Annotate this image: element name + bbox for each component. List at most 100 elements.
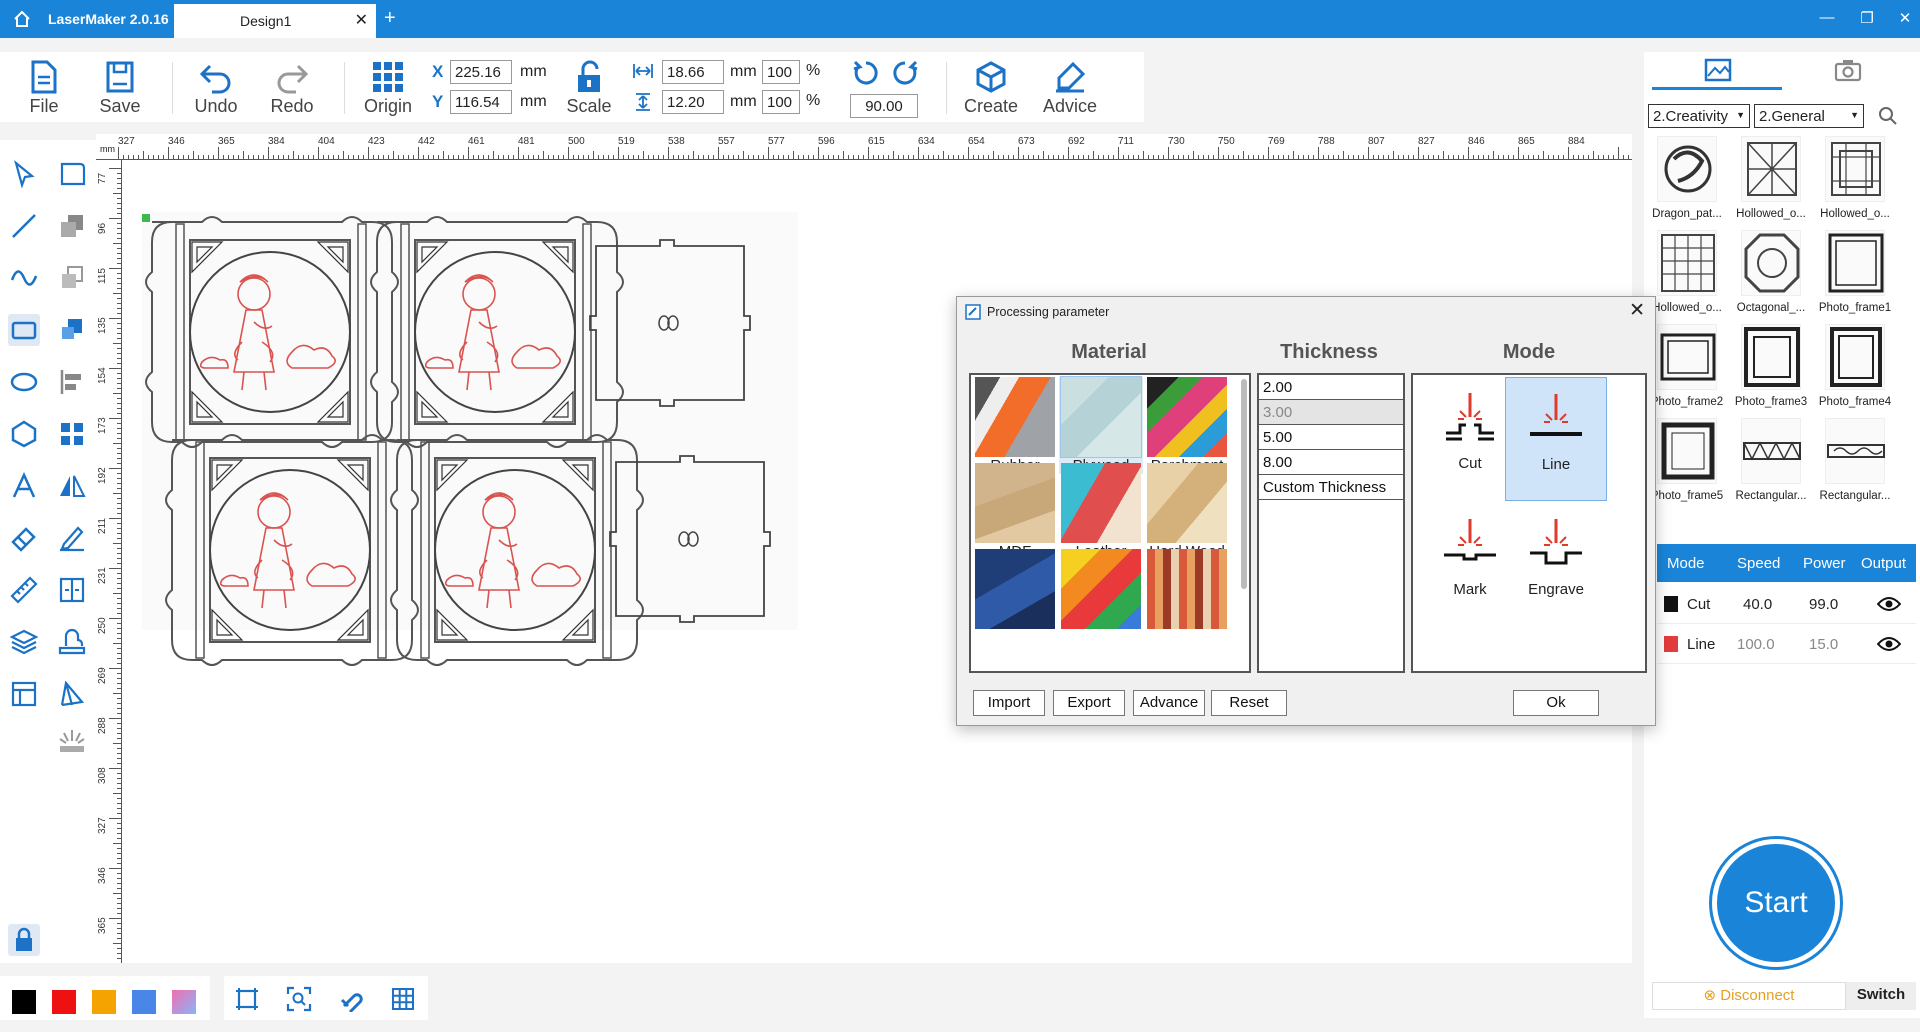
redo-button[interactable]: Redo <box>266 60 318 117</box>
height-percent-input[interactable] <box>762 90 800 114</box>
line-tool-icon[interactable] <box>8 210 40 242</box>
tab-gallery[interactable] <box>1652 52 1782 90</box>
dialog-close-icon[interactable]: ✕ <box>1629 299 1645 322</box>
disconnect-button[interactable]: ⊗ Disconnect <box>1652 982 1846 1010</box>
shape-tool-icon[interactable] <box>56 210 88 242</box>
category-select-2[interactable]: 2.General ▼ <box>1754 104 1864 128</box>
rotation-input[interactable] <box>850 94 918 118</box>
tab-design1[interactable]: Design1 ✕ <box>174 4 376 38</box>
material-fabric[interactable] <box>973 549 1057 629</box>
close-window-icon[interactable]: ✕ <box>1895 9 1915 27</box>
library-item[interactable]: Hollowed_o... <box>1646 230 1728 314</box>
library-item[interactable]: Dragon_pat... <box>1646 136 1728 220</box>
curve-tool-icon[interactable] <box>8 262 40 294</box>
copy-tool-icon[interactable] <box>56 262 88 294</box>
palette-color-blue[interactable] <box>132 990 156 1014</box>
start-button[interactable]: Start <box>1712 839 1840 967</box>
grid-tool-icon[interactable] <box>56 418 88 450</box>
eraser-tool-icon[interactable] <box>8 522 40 554</box>
node-edit-icon[interactable] <box>56 158 88 190</box>
magnet-icon[interactable] <box>338 986 364 1012</box>
save-button[interactable]: Save <box>98 60 142 117</box>
mode-engrave[interactable]: Engrave <box>1505 503 1607 627</box>
material-parchment[interactable]: Parchment <box>1145 377 1229 474</box>
height-input[interactable] <box>662 90 724 114</box>
path-tool-icon[interactable] <box>56 678 88 710</box>
minimize-icon[interactable]: — <box>1817 9 1837 26</box>
library-item[interactable]: Hollowed_o... <box>1814 136 1896 220</box>
light-tool-icon[interactable] <box>56 726 88 758</box>
material-leather[interactable]: Leather <box>1059 463 1143 560</box>
mode-line[interactable]: Line <box>1505 377 1607 501</box>
home-icon[interactable] <box>12 9 32 29</box>
polygon-tool-icon[interactable] <box>8 418 40 450</box>
library-item[interactable]: Octagonal_... <box>1730 230 1812 314</box>
advance-button[interactable]: Advance <box>1133 690 1205 716</box>
fit-frame-icon[interactable] <box>234 986 260 1012</box>
palette-color-red[interactable] <box>52 990 76 1014</box>
layout-tool-icon[interactable] <box>8 678 40 710</box>
select-arrow-icon[interactable] <box>8 158 40 190</box>
rotate-ccw-icon[interactable] <box>851 58 881 88</box>
new-tab-icon[interactable]: + <box>384 7 396 30</box>
measure-tool-icon[interactable] <box>8 574 40 606</box>
material-mdf[interactable]: MDF <box>973 463 1057 560</box>
file-button[interactable]: File <box>22 60 66 117</box>
material-rubber[interactable]: Rubber <box>973 377 1057 474</box>
width-percent-input[interactable] <box>762 60 800 84</box>
palette-color-black[interactable] <box>12 990 36 1014</box>
lock-icon[interactable] <box>8 924 40 956</box>
library-item[interactable]: Rectangular... <box>1814 418 1896 502</box>
library-item[interactable]: Photo_frame2 <box>1646 324 1728 408</box>
thickness-item[interactable]: 5.00 <box>1259 425 1403 450</box>
text-tool-icon[interactable] <box>8 470 40 502</box>
export-button[interactable]: Export <box>1053 690 1125 716</box>
layer-row-cut[interactable]: Cut 40.0 99.0 <box>1657 584 1916 624</box>
category-select-1[interactable]: 2.Creativity ▼ <box>1648 104 1750 128</box>
split-tool-icon[interactable] <box>56 574 88 606</box>
library-item[interactable]: Photo_frame3 <box>1730 324 1812 408</box>
tab-camera[interactable] <box>1782 52 1912 90</box>
layers-icon[interactable] <box>8 626 40 658</box>
thickness-item[interactable]: 8.00 <box>1259 450 1403 475</box>
search-icon[interactable] <box>1878 106 1898 126</box>
material-hard-wood[interactable]: Hard Wood <box>1145 463 1229 560</box>
thickness-item[interactable]: 2.00 <box>1259 375 1403 400</box>
array-tool-icon[interactable] <box>56 314 88 346</box>
library-item[interactable]: Rectangular... <box>1730 418 1812 502</box>
material-scrollbar[interactable] <box>1241 379 1247 589</box>
material-paper[interactable] <box>1145 549 1229 629</box>
material-plywood[interactable]: Plywood <box>1059 376 1143 474</box>
library-item[interactable]: Photo_frame4 <box>1814 324 1896 408</box>
eye-icon[interactable] <box>1877 596 1901 612</box>
custom-thickness-item[interactable]: Custom Thickness <box>1259 475 1403 500</box>
zoom-to-selection-icon[interactable] <box>286 986 312 1012</box>
undo-button[interactable]: Undo <box>190 60 242 117</box>
rectangle-tool-icon[interactable] <box>8 314 40 346</box>
thickness-item-selected[interactable]: 3.00 <box>1259 400 1403 425</box>
reset-button[interactable]: Reset <box>1211 690 1287 716</box>
palette-color-gradient[interactable] <box>172 990 196 1014</box>
create-button[interactable]: Create <box>962 60 1020 117</box>
rotate-cw-icon[interactable] <box>890 58 920 88</box>
ellipse-tool-icon[interactable] <box>8 366 40 398</box>
eye-icon[interactable] <box>1877 636 1901 652</box>
material-acrylic[interactable] <box>1059 549 1143 629</box>
advice-button[interactable]: Advice <box>1040 60 1100 117</box>
switch-button[interactable]: Switch <box>1846 982 1916 1010</box>
close-tab-icon[interactable]: ✕ <box>355 10 368 30</box>
mirror-tool-icon[interactable] <box>56 470 88 502</box>
library-item[interactable]: Photo_frame1 <box>1814 230 1896 314</box>
layer-row-line[interactable]: Line 100.0 15.0 <box>1657 624 1916 664</box>
pen-tool-icon[interactable] <box>56 522 88 554</box>
library-item[interactable]: Photo_frame5 <box>1646 418 1728 502</box>
width-input[interactable] <box>662 60 724 84</box>
origin-button[interactable]: Origin <box>360 60 416 117</box>
import-button[interactable]: Import <box>973 690 1045 716</box>
ok-button[interactable]: Ok <box>1513 690 1599 716</box>
y-position-input[interactable] <box>450 90 512 114</box>
palette-color-orange[interactable] <box>92 990 116 1014</box>
selection-handle[interactable] <box>142 214 150 222</box>
stamp-tool-icon[interactable] <box>56 626 88 658</box>
maximize-icon[interactable]: ❐ <box>1857 9 1877 27</box>
